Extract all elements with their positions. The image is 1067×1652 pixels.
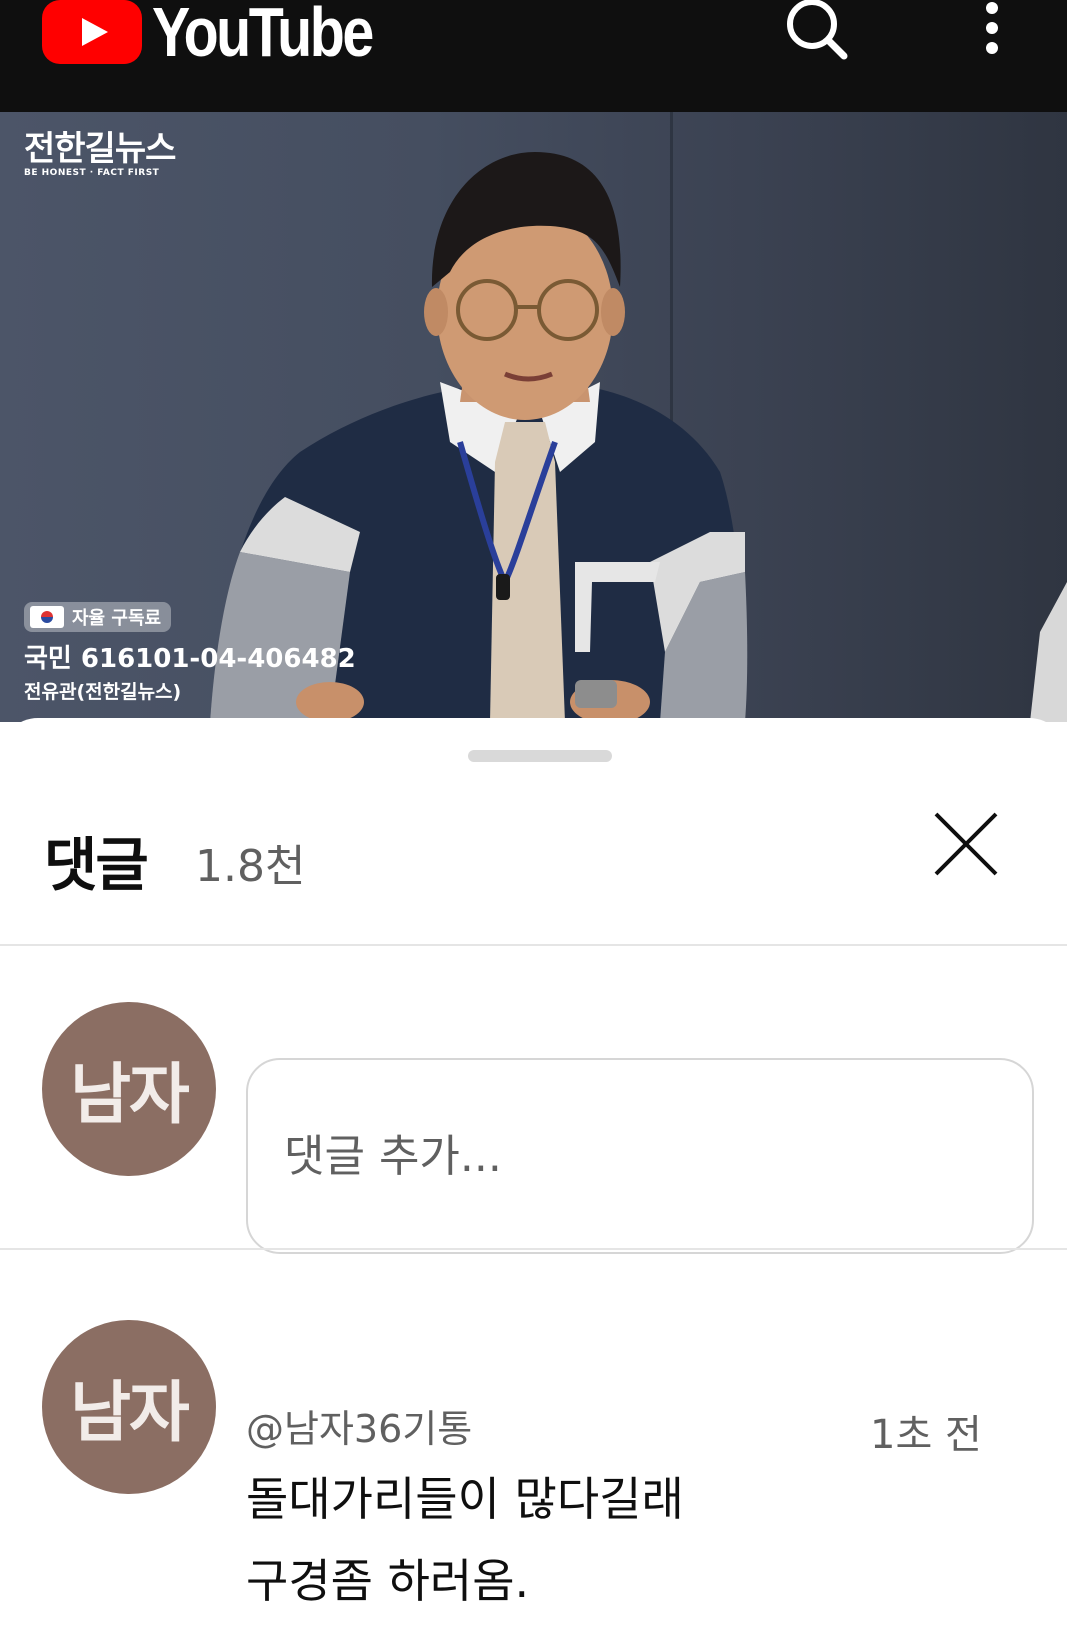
more-vert-icon: [986, 2, 998, 54]
divider: [0, 1248, 1067, 1250]
drag-handle[interactable]: [468, 750, 612, 762]
search-icon: [787, 0, 848, 60]
comment-avatar-text: 남자: [70, 1374, 189, 1451]
donation-label-pill: 자율 구독료: [24, 602, 172, 632]
app-bar: YouTube: [0, 0, 1067, 112]
channel-watermark: 전한길뉴스 BE HONEST · FACT FIRST: [24, 129, 176, 178]
flag-icon: [30, 606, 64, 628]
video-player[interactable]: 전한길뉴스 BE HONEST · FACT FIRST 자율 구독료 국민 6…: [0, 112, 1067, 722]
close-button[interactable]: [930, 808, 1002, 880]
youtube-play-icon: [42, 0, 142, 64]
donation-account: 국민 616101-04-406482: [24, 644, 356, 674]
comment-text: 돌대가리들이 많다길래 구경좀 하러옴.: [246, 1472, 684, 1608]
youtube-wordmark: YouTube: [152, 0, 374, 71]
add-comment-input[interactable]: [246, 1058, 1034, 1254]
divider: [0, 944, 1067, 946]
more-options-button[interactable]: [970, 0, 1014, 70]
channel-watermark-name: 전한길뉴스: [24, 129, 176, 169]
donation-overlay: 자율 구독료 국민 616101-04-406482 전유관(전한길뉴스): [24, 602, 356, 704]
comment-time: 1초 전: [870, 1412, 982, 1458]
comment-author-avatar[interactable]: 남자: [42, 1320, 216, 1494]
comments-sheet: 댓글 1.8천 남자 남자 @남자36기통 1초 전 돌대가리들이 많다길래 구…: [0, 718, 1067, 1652]
youtube-logo[interactable]: YouTube: [42, 0, 420, 71]
comment-author[interactable]: @남자36기통: [246, 1398, 472, 1453]
donation-label: 자율 구독료: [72, 608, 162, 629]
donation-holder: 전유관(전한길뉴스): [24, 681, 182, 703]
channel-watermark-tagline: BE HONEST · FACT FIRST: [24, 168, 160, 178]
user-avatar-text: 남자: [70, 1056, 189, 1133]
comments-title: 댓글: [44, 831, 149, 899]
close-icon: [934, 812, 998, 876]
comments-count: 1.8천: [195, 841, 306, 892]
search-button[interactable]: [780, 0, 860, 70]
user-avatar[interactable]: 남자: [42, 1002, 216, 1176]
